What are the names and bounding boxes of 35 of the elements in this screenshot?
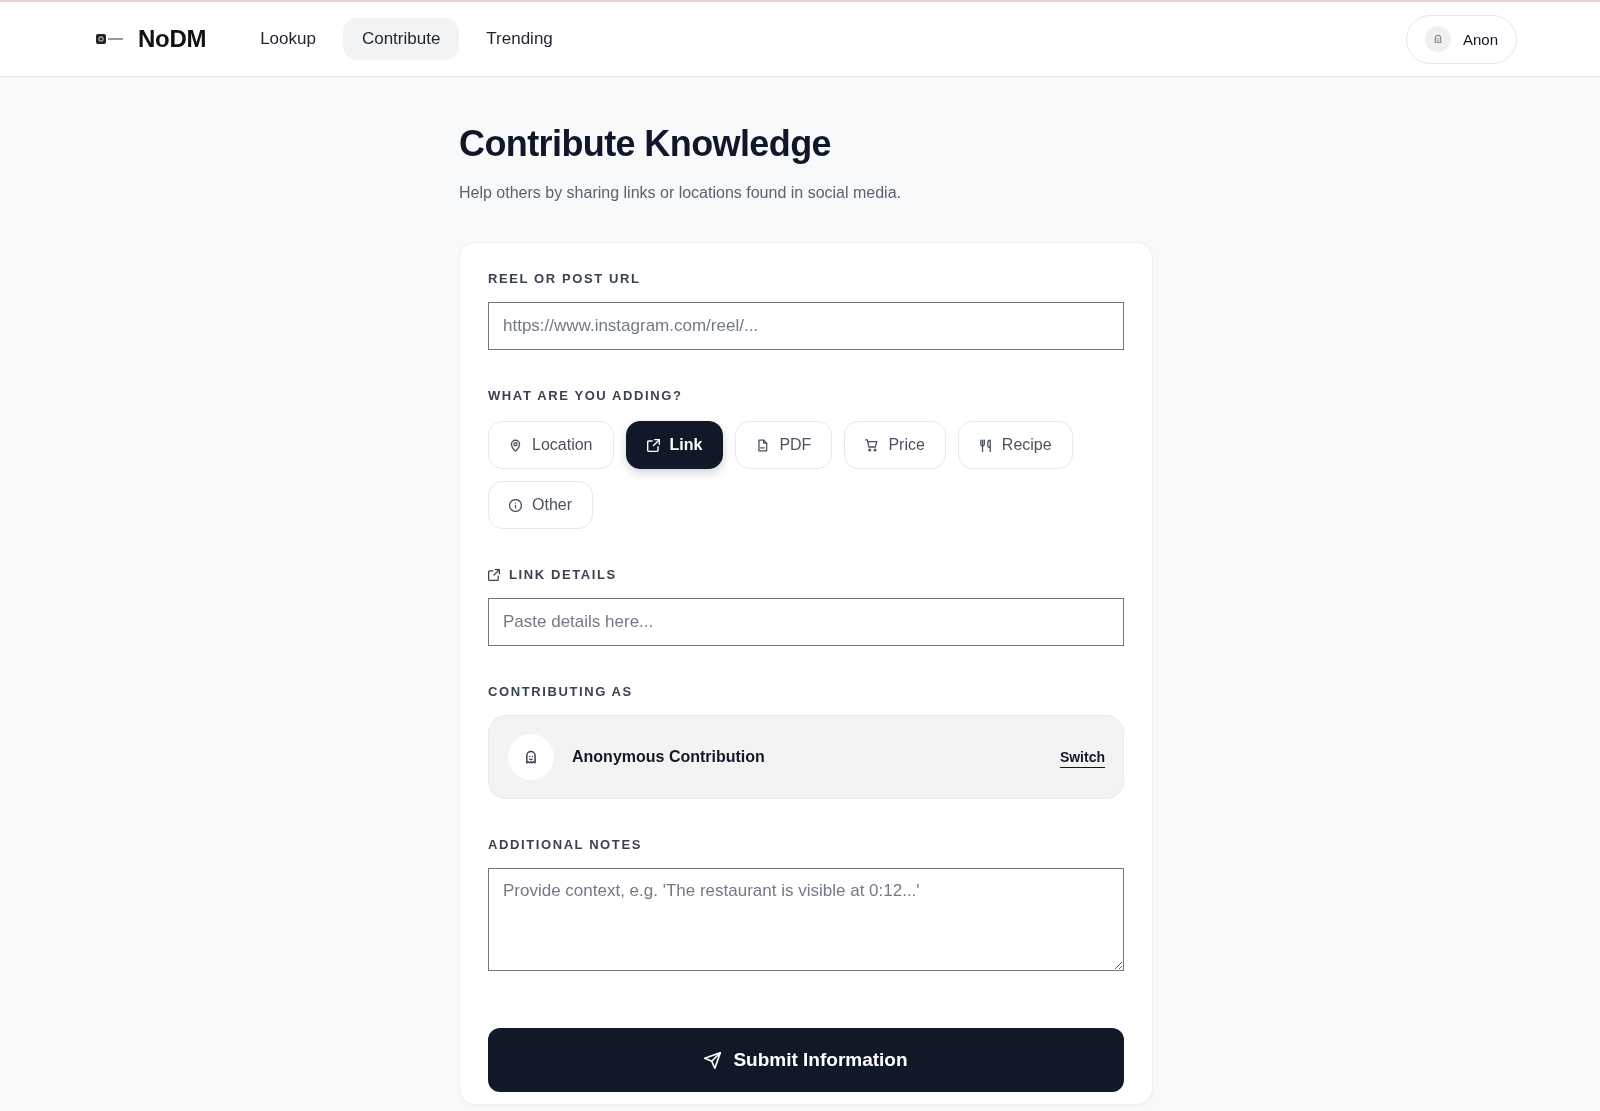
field-label: CONTRIBUTING AS bbox=[488, 684, 633, 699]
user-button[interactable]: Anon bbox=[1405, 14, 1517, 64]
file-icon bbox=[756, 438, 770, 452]
field-label: LINK DETAILS bbox=[509, 567, 617, 582]
ghost-icon bbox=[1424, 26, 1451, 52]
notes-textarea[interactable]: Provide context, e.g. 'The restaurant is visible at 0:12...' bbox=[488, 868, 1124, 971]
contributor-name: Anonymous Contribution bbox=[572, 748, 766, 766]
field-label: WHAT ARE YOU ADDING? bbox=[488, 388, 683, 403]
page-subtitle: Help others by sharing links or locations found in social media. bbox=[459, 184, 902, 202]
logo-icon bbox=[96, 33, 124, 45]
type-option[interactable]: PDF bbox=[735, 421, 833, 469]
nav-tab[interactable]: Trending bbox=[467, 18, 572, 60]
fork-knife-icon bbox=[978, 438, 992, 452]
details-input[interactable]: Paste details here... bbox=[488, 598, 1124, 646]
ghost-icon bbox=[508, 734, 554, 780]
type-option[interactable]: Link bbox=[625, 421, 724, 469]
info-icon bbox=[509, 498, 522, 512]
send-icon bbox=[704, 1051, 722, 1069]
brand-name: NoDM bbox=[138, 25, 207, 53]
type-option[interactable]: Other bbox=[488, 481, 593, 529]
field-label: ADDITIONAL NOTES bbox=[488, 837, 642, 852]
submit-button[interactable]: Submit Information bbox=[488, 1028, 1124, 1092]
nav-tab[interactable]: Contribute bbox=[342, 18, 460, 60]
type-option[interactable]: Location bbox=[488, 421, 614, 469]
cart-icon bbox=[865, 438, 879, 452]
pin-icon bbox=[509, 438, 522, 452]
nav-tab[interactable]: Lookup bbox=[241, 18, 335, 60]
url-input[interactable]: https://www.instagram.com/reel/... bbox=[488, 302, 1124, 350]
page-title: Contribute Knowledge bbox=[459, 122, 832, 166]
type-option[interactable]: Recipe bbox=[957, 421, 1073, 469]
type-option[interactable]: Price bbox=[844, 421, 946, 469]
external-link-icon bbox=[488, 568, 500, 581]
switch-link[interactable]: Switch bbox=[1059, 749, 1105, 765]
field-label: REEL OR POST URL bbox=[488, 271, 641, 286]
external-link-icon bbox=[646, 438, 660, 452]
